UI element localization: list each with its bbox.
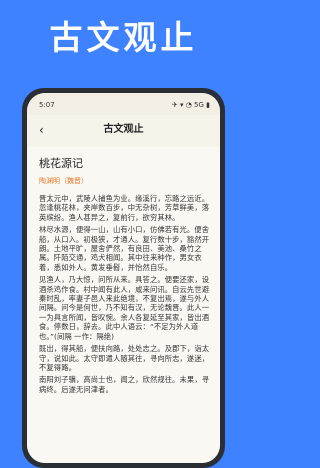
app-bar-title: 古文观止 xyxy=(103,124,144,135)
article-paragraph: 晋太元中，武陵人捕鱼为业。缘溪行，忘路之远近。忽逢桃花林，夹岸数百步，中无杂树，… xyxy=(39,194,210,222)
article-author: 陶渊明（魏晋） xyxy=(39,177,88,185)
status-icons: ✈ ▾ ◔ 5G ▮ xyxy=(171,101,210,109)
article-title: 桃花源记 xyxy=(39,157,83,170)
article-paragraph: 既出，得其船，便扶向路，处处志之。及郡下，诣太守，说如此。太守即遣人随其往，寻向… xyxy=(39,344,210,372)
article-body: 晋太元中，武陵人捕鱼为业。缘溪行，忘路之远近。忽逢桃花林，夹岸数百步，中无杂树，… xyxy=(39,194,211,397)
article-content[interactable]: 桃花源记 陶渊明（魏晋） 晋太元中，武陵人捕鱼为业。缘溪行，忘路之远近。忽逢桃花… xyxy=(27,147,220,463)
hero-title: 古文观止 xyxy=(49,18,198,57)
article-paragraph: 南阳刘子骥，高尚士也，闻之，欣然规往。未果，寻病终。后遂无问津者。 xyxy=(39,375,210,394)
app-bar: ‹ 古文观止 xyxy=(27,115,220,147)
article-paragraph: 见渔人，乃大惊，问所从来。具答之。便要还家，设酒杀鸡作食。村中闻有此人，咸来问讯… xyxy=(39,275,210,341)
phone-screen: 5:07 ✈ ▾ ◔ 5G ▮ ‹ 古文观止 桃花源记 陶渊明（魏晋） 晋太元中… xyxy=(27,93,220,463)
status-bar: 5:07 ✈ ▾ ◔ 5G ▮ xyxy=(27,93,220,115)
article-paragraph: 林尽水源，便得一山，山有小口，仿佛若有光。便舍船，从口入。初极狭，才通人。复行数… xyxy=(39,225,210,272)
status-time: 5:07 xyxy=(39,101,55,109)
